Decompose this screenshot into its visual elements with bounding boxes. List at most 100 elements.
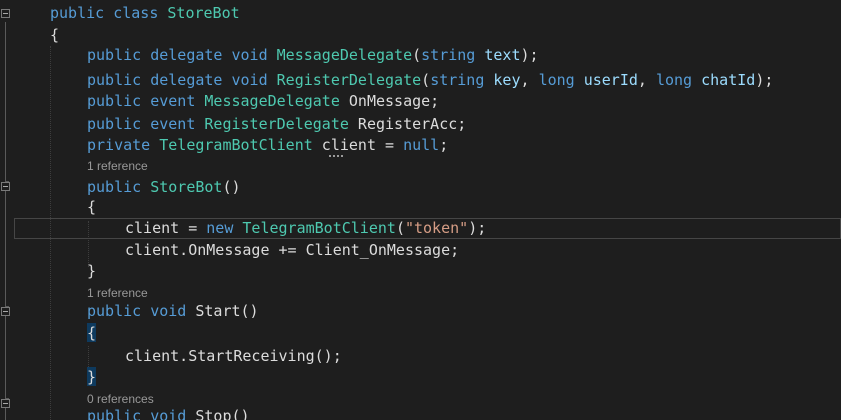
code-token: , [520,71,539,89]
code-line[interactable]: { [50,25,59,46]
code-token: { [87,198,97,216]
code-editor[interactable]: public class StoreBot { public delegate vo… [0,0,841,420]
code-token: TelegramBotClient [242,219,396,237]
references-codelens[interactable]: 0 references [87,391,154,407]
code-line[interactable]: client.StartReceiving(); [125,346,342,367]
code-token: ( [395,219,405,237]
code-token: ); [755,71,774,89]
code-line[interactable]: client = new TelegramBotClient("token"); [125,218,486,239]
code-line[interactable]: public event MessageDelegate OnMessage; [87,91,439,112]
code-line[interactable]: public void Stop() [87,406,250,420]
code-token: chatId [701,71,756,89]
code-token: client.OnMessage += Client_OnMessage; [125,241,460,259]
code-token: ); [520,46,539,64]
collapse-start-method-icon[interactable] [1,307,10,316]
code-token: event [150,92,196,110]
code-token: } [87,262,97,280]
code-token: public [87,71,142,89]
collapse-class-icon[interactable] [1,9,10,18]
code-token: key [493,71,521,89]
code-line[interactable]: } [87,367,96,388]
code-line[interactable]: private TelegramBotClient client = null; [87,135,448,156]
code-token: Stop() [186,407,250,420]
fold-guide [5,22,6,182]
code-token: public [87,302,142,320]
code-token: , [637,71,656,89]
code-token: RegisterAcc; [348,115,467,133]
suggestion-dots[interactable] [329,152,343,157]
code-token: RegisterDelegate [204,115,349,133]
fold-guide [5,191,6,307]
code-token: client.StartReceiving(); [125,347,342,365]
code-line[interactable]: { [87,197,96,218]
code-token: } [87,368,97,386]
code-line[interactable]: public event RegisterDelegate RegisterAc… [87,114,466,135]
code-token: delegate [150,46,223,64]
code-token: string [421,46,476,64]
code-token: public [50,4,105,22]
code-line[interactable]: public delegate void RegisterDelegate(st… [87,70,773,91]
code-token: event [150,115,196,133]
code-token: new [206,219,234,237]
code-line[interactable]: public delegate void MessageDelegate(str… [87,45,539,66]
code-token: RegisterDelegate [276,71,422,89]
code-token: StoreBot [167,4,240,22]
code-token: void [150,302,187,320]
fold-gutter [0,0,14,420]
references-codelens[interactable]: 1 reference [87,285,148,301]
code-token: ; [439,136,449,154]
collapse-constructor-icon[interactable] [1,182,10,191]
code-token: ); [468,219,487,237]
code-token: string [430,71,485,89]
code-token: void [231,71,268,89]
code-token: delegate [150,71,223,89]
code-token: { [50,26,60,44]
code-token: class [113,4,159,22]
code-token: StoreBot [150,178,223,196]
code-token: client = [125,219,207,237]
code-token: public [87,178,142,196]
fold-guide [5,316,6,399]
code-token: private [87,136,151,154]
code-token: public [87,46,142,64]
code-token: OnMessage; [339,92,440,110]
code-line[interactable]: public class StoreBot [50,3,240,24]
code-token: public [87,407,142,420]
fold-guide [5,408,6,420]
code-token: TelegramBotClient [159,136,313,154]
code-line[interactable]: { [87,323,96,344]
code-token: void [231,46,268,64]
code-line[interactable]: public StoreBot() [87,177,241,198]
code-token: ( [412,46,422,64]
code-token: text [484,46,521,64]
code-token: "token" [404,219,469,237]
code-line[interactable]: client.OnMessage += Client_OnMessage; [125,240,459,261]
code-token: client = [312,136,404,154]
code-line[interactable]: public void Start() [87,301,259,322]
code-token: long [655,71,693,89]
code-token: null [403,136,440,154]
code-token: Start() [186,302,259,320]
references-codelens[interactable]: 1 reference [87,158,148,174]
code-token: void [150,407,187,420]
code-token: MessageDelegate [276,46,413,64]
collapse-stop-method-icon[interactable] [1,399,10,408]
code-line[interactable]: } [87,261,96,282]
code-token: public [87,92,142,110]
code-token: public [87,115,142,133]
